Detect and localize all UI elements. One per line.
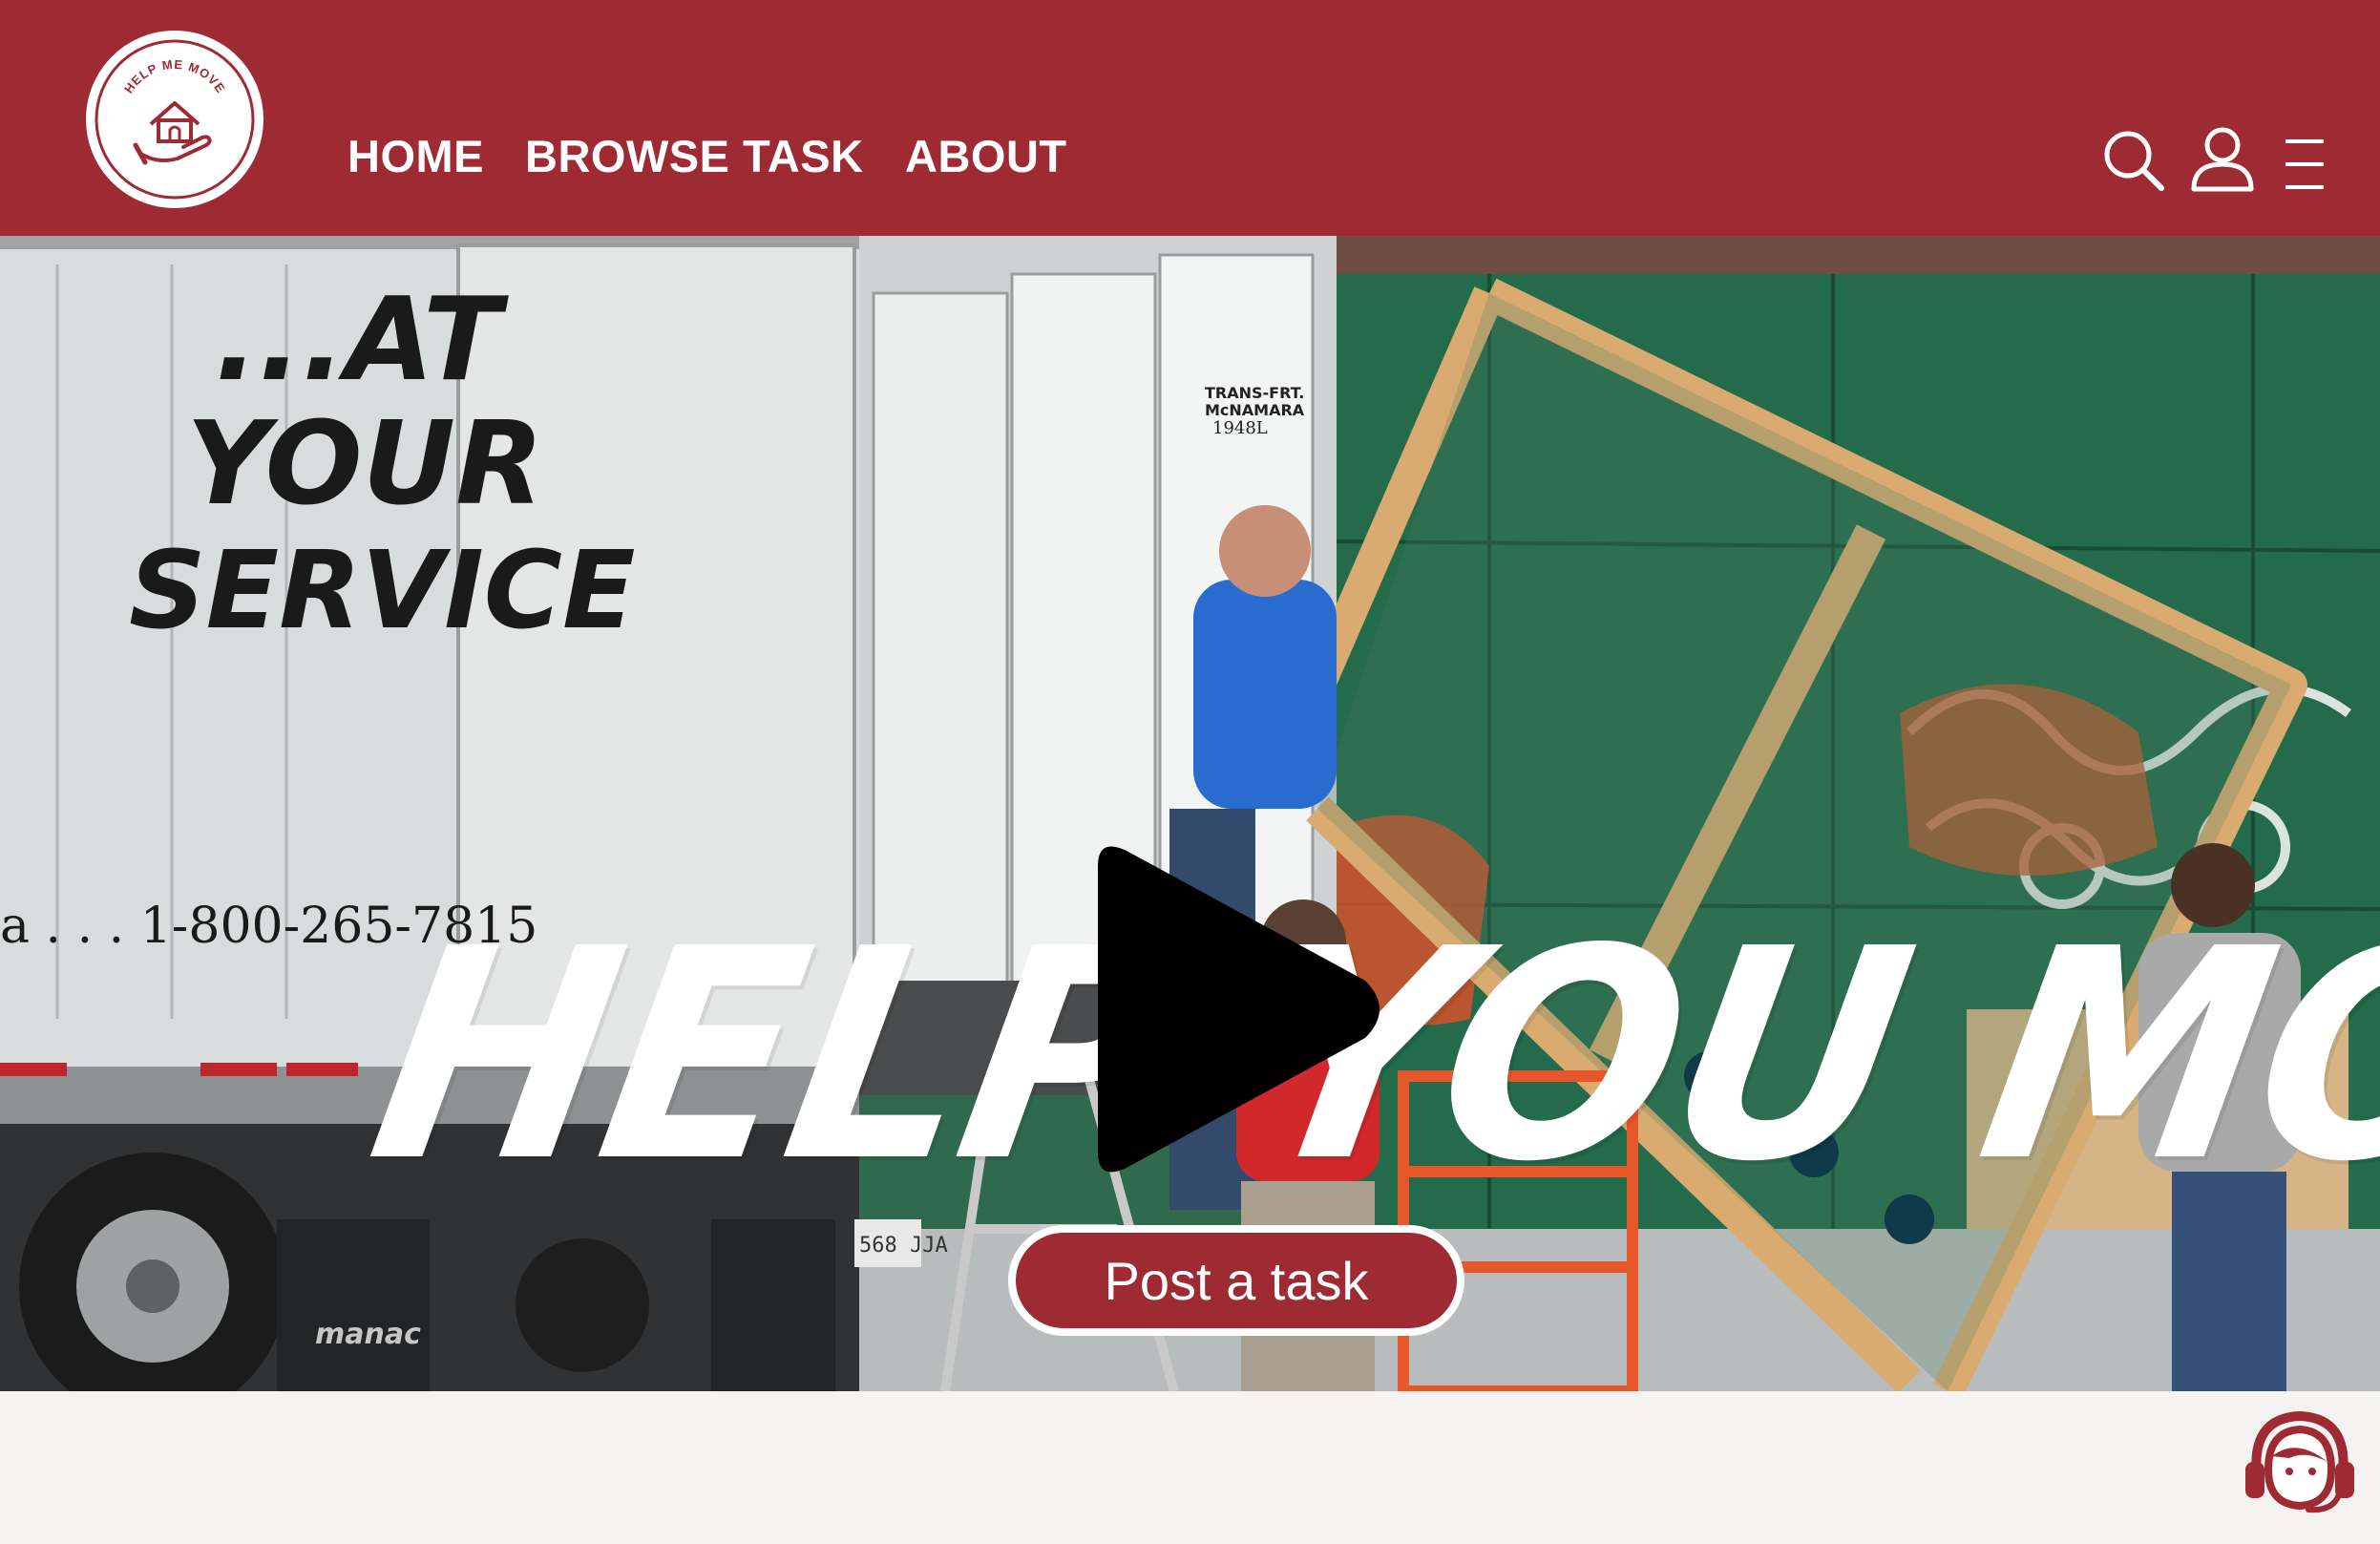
door-label-1: TRANS-FRT.: [1205, 384, 1304, 402]
brand-logo[interactable]: HELP ME MOVE: [86, 31, 263, 208]
post-task-button[interactable]: Post a task: [1008, 1225, 1464, 1336]
truck-slogan-1: ...AT: [215, 274, 509, 407]
customer-support-icon[interactable]: [2240, 1408, 2360, 1515]
site-header: HELP ME MOVE HOME BROWSE TASK ABOUT: [0, 0, 2380, 236]
truck-slogan-3: SERVICE: [129, 529, 635, 653]
nav-browse-task[interactable]: BROWSE TASK: [525, 130, 864, 182]
svg-text:HELP ME MOVE: HELP ME MOVE: [121, 57, 228, 96]
play-icon[interactable]: [1079, 837, 1384, 1181]
menu-icon[interactable]: [2282, 137, 2327, 191]
page-footer: [0, 1391, 2380, 1544]
license-plate: 568 JJA: [859, 1234, 948, 1258]
logo-text: HELP ME MOVE: [121, 57, 227, 96]
hero-section: ...AT YOUR SERVICE a . . . 1-800-265-781…: [0, 236, 2380, 1391]
mudflap-brand: manac: [315, 1318, 421, 1351]
search-icon[interactable]: [2100, 127, 2167, 194]
nav-home[interactable]: HOME: [348, 130, 484, 182]
nav-about[interactable]: ABOUT: [905, 130, 1067, 182]
user-icon[interactable]: [2188, 124, 2257, 193]
logo-mark: HELP ME MOVE: [95, 39, 255, 200]
truck-slogan-2: YOUR: [186, 398, 543, 531]
door-label-3: 1948L: [1212, 418, 1268, 438]
door-label-2: McNAMARA: [1205, 401, 1305, 419]
